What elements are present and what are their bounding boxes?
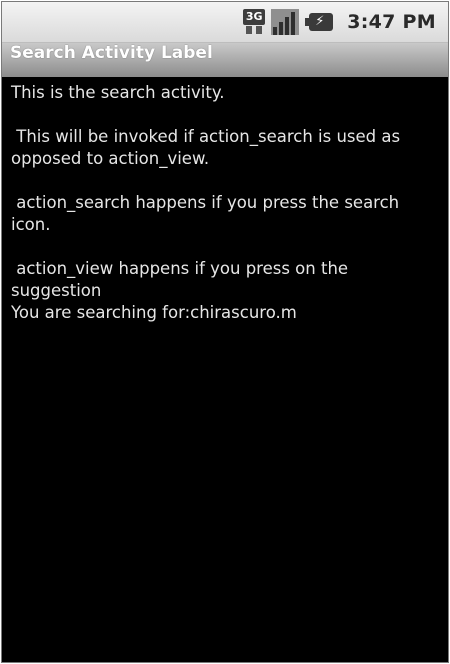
text-line-search-query: You are searching for:chirascuro.m <box>11 303 297 322</box>
status-bar: 3G ⚡ 3:47 PM <box>2 2 448 43</box>
3g-data-icon: 3G <box>243 9 266 35</box>
activity-title: Search Activity Label <box>10 43 213 63</box>
content-text: This is the search activity. This will b… <box>11 82 436 324</box>
status-icons: 3G ⚡ 3:47 PM <box>243 2 436 42</box>
signal-strength-icon <box>271 9 300 35</box>
text-line-action-search: action_search happens if you press the s… <box>11 193 405 234</box>
title-bar: Search Activity Label <box>2 43 448 77</box>
text-line-invoked: This will be invoked if action_search is… <box>11 127 406 168</box>
status-time: 3:47 PM <box>347 11 436 33</box>
text-line-intro: This is the search activity. <box>11 83 225 102</box>
phone-screen: 3G ⚡ 3:47 PM Search Activity Label This … <box>1 1 449 663</box>
battery-charging-icon: ⚡ <box>305 11 335 33</box>
text-line-action-view: action_view happens if you press on the … <box>11 259 354 300</box>
network-type-label: 3G <box>243 9 266 25</box>
